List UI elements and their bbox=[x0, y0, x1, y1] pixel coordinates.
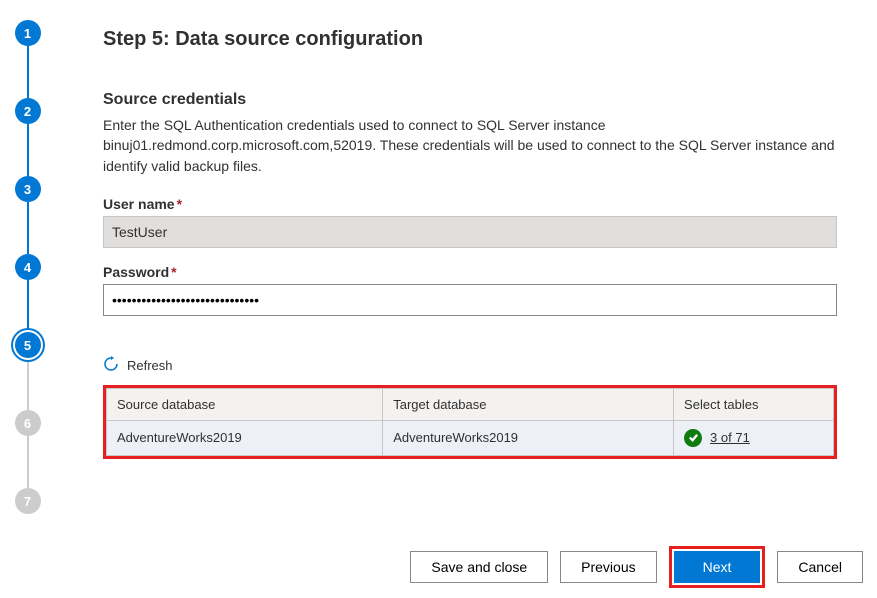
cell-source-db: AdventureWorks2019 bbox=[107, 420, 383, 455]
password-label: Password* bbox=[103, 264, 837, 280]
check-icon bbox=[684, 429, 702, 447]
step-1[interactable]: 1 bbox=[15, 20, 41, 46]
page-title: Step 5: Data source configuration bbox=[103, 28, 837, 51]
cell-target-db: AdventureWorks2019 bbox=[383, 420, 674, 455]
col-source-db: Source database bbox=[107, 388, 383, 420]
cancel-button[interactable]: Cancel bbox=[777, 551, 863, 583]
previous-button[interactable]: Previous bbox=[560, 551, 656, 583]
col-select-tables: Select tables bbox=[674, 388, 834, 420]
credentials-description: Enter the SQL Authentication credentials… bbox=[103, 115, 837, 176]
main-content: Step 5: Data source configuration Source… bbox=[55, 0, 877, 598]
step-7[interactable]: 7 bbox=[15, 488, 41, 514]
step-6[interactable]: 6 bbox=[15, 410, 41, 436]
step-5[interactable]: 5 bbox=[15, 332, 41, 358]
cell-select-tables[interactable]: 3 of 71 bbox=[674, 420, 834, 455]
database-table: Source database Target database Select t… bbox=[106, 388, 834, 456]
refresh-label: Refresh bbox=[127, 358, 173, 373]
next-button[interactable]: Next bbox=[674, 551, 761, 583]
select-tables-link[interactable]: 3 of 71 bbox=[710, 430, 750, 445]
credentials-heading: Source credentials bbox=[103, 91, 837, 109]
password-input[interactable] bbox=[103, 284, 837, 316]
username-input[interactable] bbox=[103, 216, 837, 248]
step-2[interactable]: 2 bbox=[15, 98, 41, 124]
next-button-highlight: Next bbox=[669, 546, 766, 588]
step-4[interactable]: 4 bbox=[15, 254, 41, 280]
step-3[interactable]: 3 bbox=[15, 176, 41, 202]
footer-buttons: Save and close Previous Next Cancel bbox=[410, 546, 863, 588]
refresh-button[interactable]: Refresh bbox=[103, 356, 173, 375]
username-label: User name* bbox=[103, 196, 837, 212]
col-target-db: Target database bbox=[383, 388, 674, 420]
refresh-icon bbox=[103, 356, 119, 375]
table-row[interactable]: AdventureWorks2019 AdventureWorks2019 3 … bbox=[107, 420, 834, 455]
save-and-close-button[interactable]: Save and close bbox=[410, 551, 548, 583]
wizard-stepper: 1 2 3 4 5 6 7 bbox=[0, 0, 55, 598]
database-table-highlight: Source database Target database Select t… bbox=[103, 385, 837, 459]
